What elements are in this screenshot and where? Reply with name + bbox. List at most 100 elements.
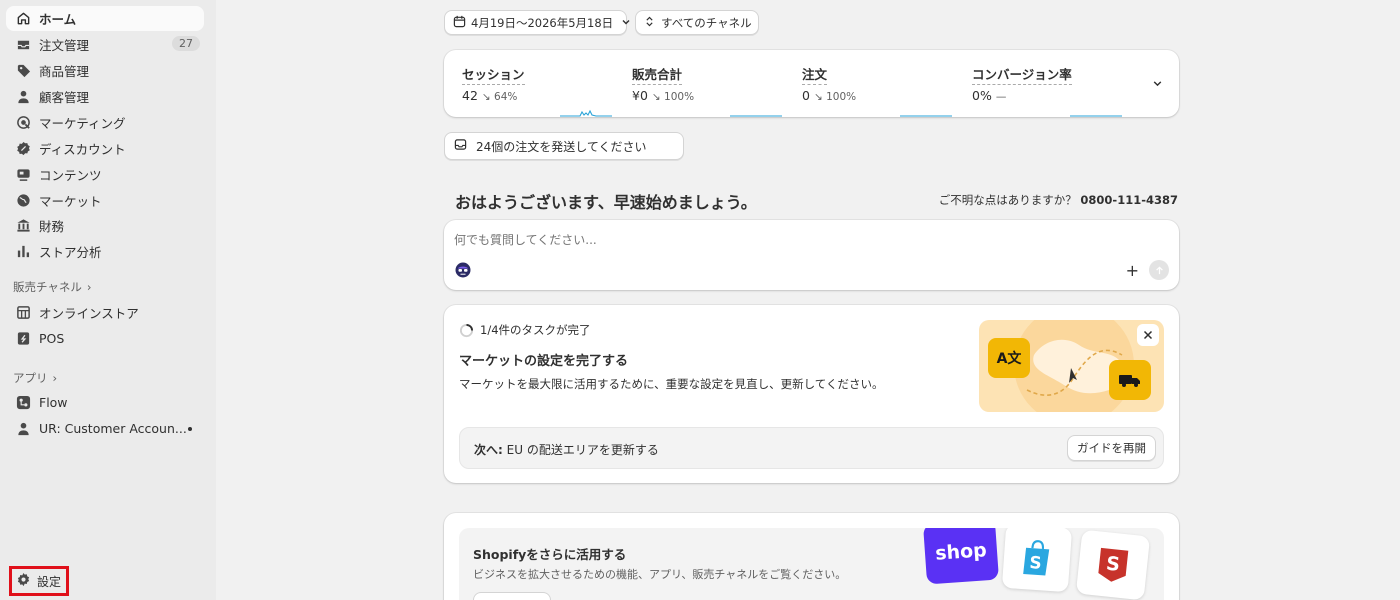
inbox-icon [15,37,31,53]
sidebar-item-markets[interactable]: マーケット [6,188,204,213]
task-description: マーケットを最大限に活用するために、重要な設定を見直し、更新してください。 [459,377,884,391]
orders-to-ship-label: 24個の注文を発送してください [476,139,647,154]
plus-icon[interactable]: + [1126,261,1139,280]
sidebar-item-customer-accounts-app[interactable]: UR: Customer Accoun... [6,416,204,441]
orders-to-ship-button[interactable]: 24個の注文を発送してください [444,132,684,160]
settings-label: 設定 [37,574,62,589]
sidebar-item-label: オンラインストア [39,306,139,321]
pos-icon [15,331,31,347]
home-icon [15,11,31,27]
sidebar-item-products[interactable]: 商品管理 [6,58,204,83]
sidebar-item-label: 財務 [39,219,65,234]
close-button[interactable] [1137,324,1159,346]
progress-ring-icon [459,323,474,337]
chevron-down-icon[interactable] [1152,78,1163,93]
metric-change: ↘ 100% [813,91,857,103]
store-icon [15,305,31,321]
calendar-icon [453,15,466,31]
shop-app-logo: shop [922,528,1000,585]
sidebar-item-label: POS [39,331,65,346]
delivery-truck-icon [1109,360,1151,400]
metric-orders[interactable]: 注文 0 ↘ 100% [802,64,967,117]
gear-icon [16,572,31,591]
next-task-prefix: 次へ: [474,443,503,457]
sidebar-item-flow[interactable]: Flow [6,390,204,415]
shopify-app-logo-icon: S [1075,529,1151,600]
sidebar-item-pos[interactable]: POS [6,326,204,351]
flow-icon [15,395,31,411]
orders-sparkline [900,115,952,117]
conversion-sparkline [1070,115,1122,117]
sidebar-item-label: UR: Customer Accoun... [39,421,187,436]
sidebar-item-finance[interactable]: 財務 [6,213,204,238]
send-button[interactable] [1149,260,1169,280]
assistant-card: + [444,220,1179,290]
shopify-bag-icon: S [1001,528,1073,593]
orders-count-badge: 27 [172,36,200,51]
metric-sessions[interactable]: セッション 42 ↘ 64% [462,64,627,117]
settings-button[interactable]: 設定 [9,566,69,596]
chevron-down-icon [621,16,631,30]
sort-arrows-icon [645,16,654,30]
bank-icon [15,218,31,234]
date-range-label: 4月19日〜2026年5月18日 [471,15,614,30]
resume-guide-button[interactable]: ガイドを再開 [1067,435,1156,461]
sidebar-item-content[interactable]: コンテンツ [6,162,204,187]
sidebar: ホーム 注文管理 27 商品管理 顧客管理 マーケティング ディスカウント コン… [0,0,216,600]
sidebar-item-label: ホーム [39,12,77,27]
setup-task-card: 1/4件のタスクが完了 マーケットの設定を完了する マーケットを最大限に活用する… [444,305,1179,483]
metric-name: 販売合計 [632,64,683,85]
globe-icon [15,193,31,209]
metric-value: 0% [972,88,992,103]
chevron-right-icon: › [86,280,92,294]
sales-channels-heading[interactable]: 販売チャネル › [13,279,92,295]
sidebar-item-orders[interactable]: 注文管理 27 [6,32,204,57]
tag-icon [15,63,31,79]
sidebar-item-analytics[interactable]: ストア分析 [6,239,204,264]
metric-value: 42 [462,88,478,103]
person-icon [15,421,31,437]
metric-value: ¥0 [632,88,648,103]
sidebar-item-home[interactable]: ホーム [6,6,204,31]
sidebar-item-customers[interactable]: 顧客管理 [6,84,204,109]
apps-heading[interactable]: アプリ › [13,370,57,386]
metric-value-row: 0 ↘ 100% [802,88,856,103]
explore-button[interactable] [473,592,551,600]
assistant-input[interactable] [454,229,1054,251]
channel-filter-label: すべてのチャネル [661,15,752,30]
metric-change: ↘ 100% [651,91,695,103]
task-progress-label: 1/4件のタスクが完了 [480,323,591,337]
date-range-picker[interactable]: 4月19日〜2026年5月18日 [444,10,630,35]
metrics-card: セッション 42 ↘ 64% 販売合計 ¥0 ↘ 100% 注文 0 ↘ 100% コ… [444,50,1179,117]
sidebar-item-label: マーケティング [39,116,126,131]
support-phone[interactable]: 0800-111-4387 [1080,193,1178,207]
metric-change: — [995,91,1007,103]
sidebar-item-label: 注文管理 [39,38,90,53]
channel-filter[interactable]: すべてのチャネル [635,10,759,35]
chevron-right-icon: › [52,371,58,385]
svg-text:S: S [1105,553,1121,576]
sidebar-item-label: ディスカウント [39,142,126,157]
metric-name: コンバージョン率 [972,64,1072,85]
sidebar-item-label: Flow [39,395,68,410]
sidebar-item-label: マーケット [39,194,102,209]
shopify-more-description: ビジネスを拡大させるための機能、アプリ、販売チャネルをご覧ください。 [473,568,847,581]
shopify-more-card: Shopifyをさらに活用する ビジネスを拡大させるための機能、アプリ、販売チャ… [444,513,1179,600]
section-heading-label: 販売チャネル [13,280,82,294]
metric-total-sales[interactable]: 販売合計 ¥0 ↘ 100% [632,64,797,117]
bar-chart-icon [15,244,31,260]
section-heading-label: アプリ [13,371,48,385]
metric-conversion-rate[interactable]: コンバージョン率 0% — [972,64,1137,117]
arrow-up-icon [1155,265,1163,274]
discount-icon [15,141,31,157]
person-icon [15,89,31,105]
metric-name: 注文 [802,64,828,85]
sidebar-item-label: 商品管理 [39,64,90,79]
sidebar-item-marketing[interactable]: マーケティング [6,110,204,135]
sidebar-item-label: ストア分析 [39,245,102,260]
metric-name: セッション [462,64,525,85]
sidebar-item-discounts[interactable]: ディスカウント [6,136,204,161]
sidekick-avatar-icon[interactable] [455,262,471,282]
sidebar-item-online-store[interactable]: オンラインストア [6,300,204,325]
metric-value-row: ¥0 ↘ 100% [632,88,694,103]
